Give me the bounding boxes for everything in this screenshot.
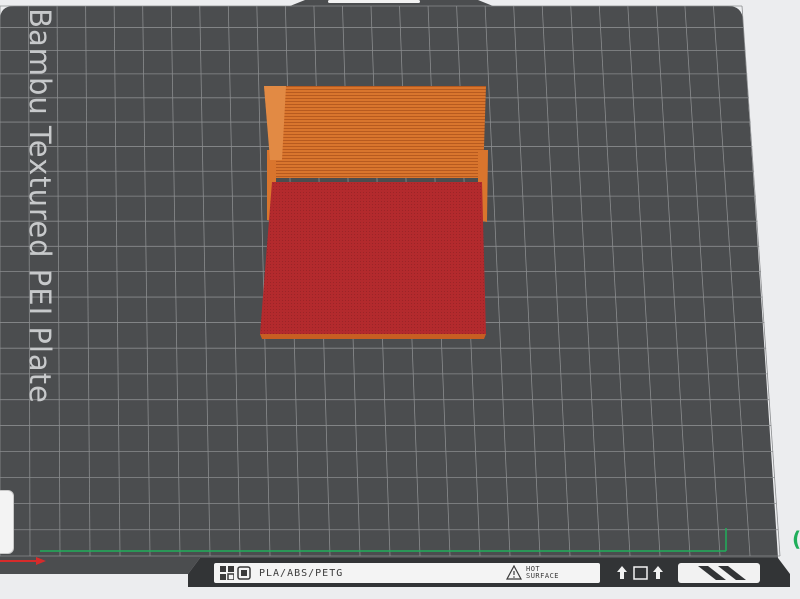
warning-icon [506, 565, 522, 580]
hot-surface-text: HOT SURFACE [526, 565, 560, 580]
model-overhang-surface [260, 182, 486, 334]
hot-surface-line-2: SURFACE [526, 571, 560, 580]
plate-material-text: PLA/ABS/PETG [259, 567, 344, 579]
model-front-lip [260, 334, 486, 339]
plate-badge-icon [237, 566, 251, 580]
plate-logo-icon [220, 566, 234, 580]
3d-viewport[interactable] [0, 0, 800, 599]
side-panel-tab[interactable] [0, 490, 14, 554]
plate-corner-marker [678, 563, 760, 583]
plate-handle [328, 0, 420, 3]
cooling-icons [617, 566, 663, 580]
3d-model[interactable] [260, 86, 488, 339]
plate-info-strip: PLA/ABS/PETG HOT SURFACE [214, 563, 600, 583]
plate-name-text: Bambu Textured PEI Plate [23, 8, 58, 404]
model-back-face [264, 86, 486, 178]
y-axis-label: ( [792, 527, 800, 551]
hot-surface-warning: HOT SURFACE [506, 565, 559, 580]
plate-name-label: Bambu Textured PEI Plate [10, 8, 70, 404]
